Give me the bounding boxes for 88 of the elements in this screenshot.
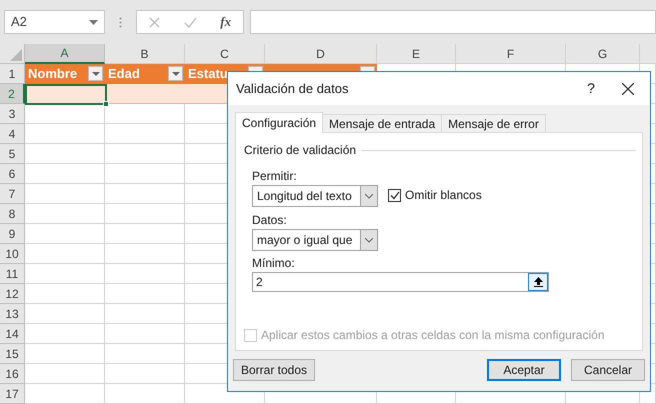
- row-header[interactable]: 17: [0, 384, 25, 404]
- row-header[interactable]: 10: [0, 244, 25, 264]
- tab[interactable]: Mensaje de entrada: [322, 114, 442, 133]
- table-cell[interactable]: [25, 384, 105, 404]
- chevron-down-icon: [365, 238, 373, 242]
- table-cell[interactable]: [105, 344, 185, 364]
- table-cell[interactable]: [105, 364, 185, 384]
- table-header-cell: Nombre: [25, 64, 105, 84]
- table-cell[interactable]: [25, 204, 105, 224]
- filter-button[interactable]: [88, 66, 103, 81]
- group-title: Criterio de validación: [244, 142, 356, 159]
- table-cell[interactable]: [25, 264, 105, 284]
- table-cell[interactable]: [105, 244, 185, 264]
- check-icon: [390, 190, 400, 200]
- table-cell[interactable]: [25, 244, 105, 264]
- table-cell[interactable]: [105, 384, 185, 404]
- row-header[interactable]: 4: [0, 124, 25, 144]
- field-label: Permitir:: [252, 169, 297, 183]
- filter-button[interactable]: [168, 66, 183, 81]
- table-cell[interactable]: [25, 124, 105, 144]
- table-cell[interactable]: [25, 344, 105, 364]
- field-label: Datos:: [252, 213, 287, 227]
- table-header-cell: Edad: [105, 64, 185, 84]
- column-header[interactable]: G: [566, 44, 640, 64]
- table-cell[interactable]: [105, 184, 185, 204]
- table-cell[interactable]: [25, 184, 105, 204]
- drag-handle-icon: [119, 17, 122, 28]
- upload-arrow-icon: [534, 277, 542, 287]
- row-header[interactable]: 2: [0, 84, 25, 104]
- column-header[interactable]: A: [25, 44, 105, 64]
- column-header[interactable]: B: [105, 44, 185, 64]
- table-cell[interactable]: [105, 304, 185, 324]
- table-cell[interactable]: [25, 304, 105, 324]
- tab[interactable]: Configuración: [235, 112, 324, 133]
- column-header[interactable]: D: [265, 44, 377, 64]
- table-cell[interactable]: [25, 144, 105, 164]
- row-header[interactable]: 16: [0, 364, 25, 384]
- table-cell[interactable]: [25, 164, 105, 184]
- column-header[interactable]: E: [377, 44, 456, 64]
- table-cell[interactable]: [25, 284, 105, 304]
- column-header[interactable]: C: [185, 44, 265, 64]
- row-header[interactable]: 7: [0, 184, 25, 204]
- name-box[interactable]: A2: [4, 10, 105, 34]
- dialog-button[interactable]: Cancelar: [571, 359, 645, 381]
- row-header[interactable]: 3: [0, 104, 25, 124]
- table-cell[interactable]: [105, 224, 185, 244]
- table-cell[interactable]: [105, 284, 185, 304]
- caret-icon: [172, 72, 180, 76]
- ignore-blank-checkbox[interactable]: Omitir blancos: [388, 186, 482, 204]
- dialog-button[interactable]: Aceptar: [487, 359, 561, 381]
- table-cell[interactable]: [105, 324, 185, 344]
- table-cell[interactable]: [25, 364, 105, 384]
- tab[interactable]: Mensaje de error: [441, 114, 546, 133]
- table-cell[interactable]: [105, 164, 185, 184]
- table-cell[interactable]: [105, 204, 185, 224]
- table-cell[interactable]: [25, 324, 105, 344]
- chevron-down-icon: [365, 194, 373, 198]
- row-header[interactable]: 1: [0, 64, 25, 84]
- row-header[interactable]: 9: [0, 224, 25, 244]
- minimum-input[interactable]: 2: [252, 272, 549, 292]
- row-header[interactable]: 6: [0, 164, 25, 184]
- help-button[interactable]: ?: [576, 78, 606, 99]
- row-header[interactable]: 5: [0, 144, 25, 164]
- select-all-icon[interactable]: [10, 49, 22, 61]
- table-cell[interactable]: [25, 224, 105, 244]
- row-header[interactable]: 12: [0, 284, 25, 304]
- table-cell[interactable]: [105, 264, 185, 284]
- dialog-button[interactable]: Borrar todos: [233, 359, 315, 381]
- row-header[interactable]: 13: [0, 304, 25, 324]
- column-header[interactable]: F: [456, 44, 566, 64]
- close-icon[interactable]: [622, 82, 634, 94]
- caret-icon: [92, 72, 100, 76]
- data-dropdown[interactable]: mayor o igual que: [252, 229, 378, 251]
- insert-function-button[interactable]: fx: [220, 12, 232, 32]
- row-header[interactable]: 8: [0, 204, 25, 224]
- table-cell[interactable]: [105, 144, 185, 164]
- formula-input[interactable]: [250, 10, 656, 34]
- fill-handle[interactable]: [103, 101, 109, 107]
- table-cell[interactable]: [105, 84, 185, 104]
- column-header[interactable]: [640, 44, 656, 64]
- allow-dropdown[interactable]: Longitud del texto: [252, 185, 378, 207]
- row-header[interactable]: 15: [0, 344, 25, 364]
- collapse-range-button[interactable]: [528, 273, 548, 291]
- table-cell[interactable]: [105, 124, 185, 144]
- row-header[interactable]: 14: [0, 324, 25, 344]
- field-label: Mínimo:: [252, 256, 295, 270]
- dropdown-icon: [89, 20, 98, 24]
- row-header[interactable]: 11: [0, 264, 25, 284]
